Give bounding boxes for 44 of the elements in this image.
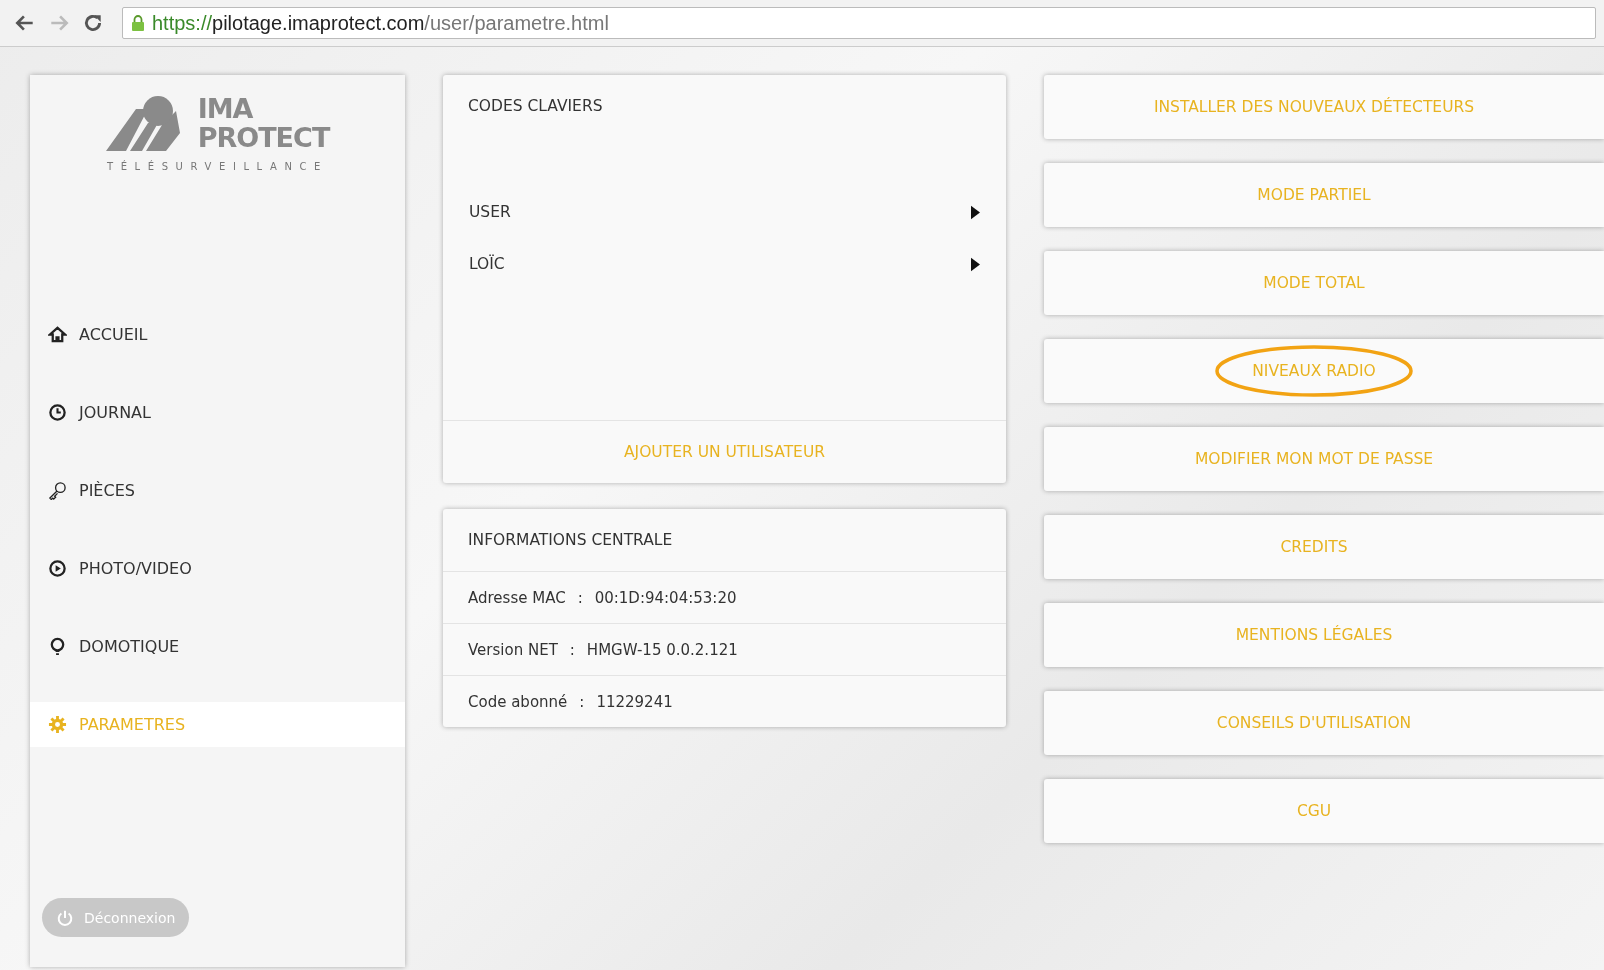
sidebar-item[interactable]: JOURNAL	[30, 390, 405, 435]
action-button[interactable]: CGU	[1044, 779, 1604, 843]
sidebar-item[interactable]: PHOTO/VIDEO	[30, 546, 405, 591]
card-title: INFORMATIONS CENTRALE	[443, 509, 1006, 572]
sidebar-item[interactable]: PARAMETRES	[30, 702, 405, 747]
lightbulb-icon	[48, 637, 67, 656]
play-icon	[48, 559, 67, 578]
arrow-right-icon	[971, 256, 980, 272]
sidebar-item[interactable]: ACCUEIL	[30, 312, 405, 357]
address-bar[interactable]: https://pilotage.imaprotect.com/user/parametre.html	[122, 7, 1596, 39]
key-icon	[48, 481, 67, 500]
action-button[interactable]: MODIFIER MON MOT DE PASSE	[1044, 427, 1604, 491]
action-button[interactable]: MODE PARTIEL	[1044, 163, 1604, 227]
logo-text: PROTECT	[197, 123, 330, 152]
clock-icon	[48, 403, 67, 422]
info-label: Adresse MAC	[468, 588, 566, 607]
gear-icon	[48, 715, 67, 734]
action-button[interactable]: INSTALLER DES NOUVEAUX DÉTECTEURS	[1044, 75, 1604, 139]
info-value: HMGW-15 0.0.2.121	[586, 640, 738, 659]
logo-tagline: TÉLÉSURVEILLANCE	[106, 161, 329, 172]
colon-separator: :	[577, 588, 583, 607]
info-label: Code abonné	[468, 692, 568, 711]
colon-separator: :	[569, 640, 575, 659]
info-value: 00:1D:94:04:53:20	[594, 588, 737, 607]
lock-icon	[131, 14, 145, 32]
action-button[interactable]: CREDITS	[1044, 515, 1604, 579]
add-user-link[interactable]: AJOUTER UN UTILISATEUR	[623, 443, 825, 461]
user-item[interactable]: USER	[469, 203, 980, 221]
logo-text: IMA	[197, 94, 254, 123]
user-item[interactable]: LOÏC	[469, 255, 980, 273]
home-icon	[48, 325, 67, 344]
card-title: CODES CLAVIERS	[467, 96, 604, 115]
action-button[interactable]: MODE TOTAL	[1044, 251, 1604, 315]
power-icon	[56, 908, 74, 927]
colon-separator: :	[579, 692, 585, 711]
info-label: Version NET	[468, 640, 558, 659]
sidebar-item[interactable]: DOMOTIQUE	[30, 624, 405, 669]
action-button[interactable]: MENTIONS LÉGALES	[1044, 603, 1604, 667]
sidebar-item[interactable]: PIÈCES	[30, 468, 405, 513]
reload-icon[interactable]	[82, 12, 104, 34]
action-button[interactable]: NIVEAUX RADIO	[1044, 339, 1604, 403]
action-button[interactable]: CONSEILS D'UTILISATION	[1044, 691, 1604, 755]
arrow-right-icon	[971, 204, 980, 220]
info-value: 11229241	[596, 692, 673, 711]
